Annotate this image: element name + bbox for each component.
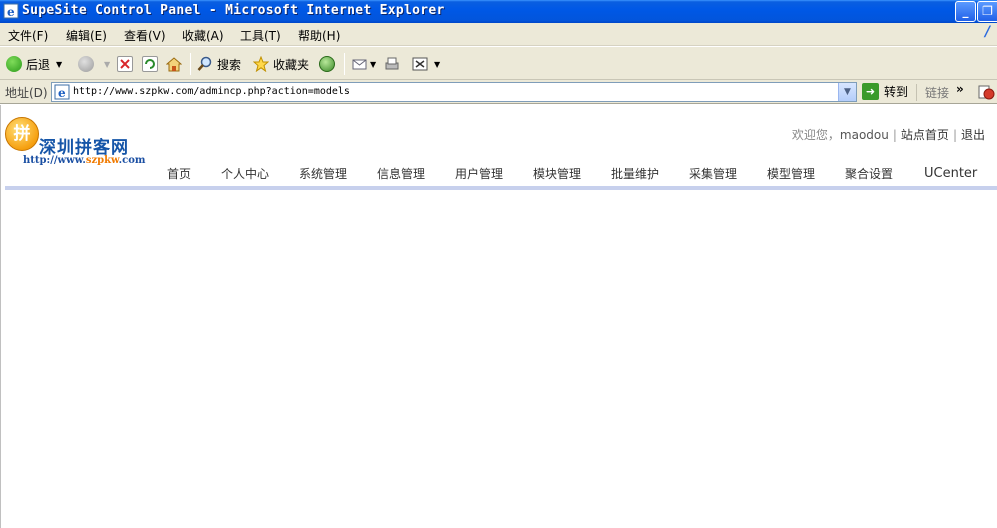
nav-personal-center[interactable]: 个人中心 [221,165,269,182]
links-label[interactable]: 链接 [916,84,949,101]
links-chevron-icon[interactable]: » [956,82,964,96]
mail-icon [352,59,367,70]
refresh-button[interactable] [142,53,162,75]
back-arrow-icon [6,56,22,72]
nav-system-management[interactable]: 系统管理 [299,165,347,182]
stop-icon [117,56,133,72]
logo-badge: 拼 [5,117,39,151]
nav-collection-management[interactable]: 采集管理 [689,165,737,182]
menu-file[interactable]: 文件(F) [8,27,48,44]
back-label: 后退 [26,57,51,72]
window-titlebar[interactable]: e SupeSite Control Panel - Microsoft Int… [0,0,997,23]
nav-aggregation-settings[interactable]: 聚合设置 [845,165,893,182]
history-button[interactable] [319,53,339,75]
nav-module-management[interactable]: 模块管理 [533,165,581,182]
nav-underline [5,186,997,190]
forward-dropdown-icon[interactable]: ▼ [104,60,110,69]
page-icon: e [54,84,70,100]
minimize-button[interactable]: _ [955,1,976,22]
go-arrow-icon: ➜ [862,83,879,100]
search-label: 搜索 [217,57,242,72]
menu-bar: 文件(F) 编辑(E) 查看(V) 收藏(A) 工具(T) 帮助(H) [0,23,997,46]
edit-button[interactable]: ▼ [412,53,440,75]
refresh-icon [142,56,158,72]
maximize-button[interactable]: ❐ [977,1,997,22]
address-bar: 地址(D) e http://www.szpkw.com/admincp.php… [0,80,997,104]
mail-button[interactable]: ▼ [352,53,376,75]
page-content: 拼 深圳拼客网 http://www.szpkw.com 欢迎您，maodou |… [0,105,997,528]
username: maodou [839,128,889,142]
nav-batch-maintenance[interactable]: 批量维护 [611,165,659,182]
svg-text:e: e [58,86,66,100]
go-label: 转到 [884,85,909,99]
internet-explorer-icon: e [3,3,19,19]
nav-user-management[interactable]: 用户管理 [455,165,503,182]
address-input[interactable]: e http://www.szpkw.com/admincp.php?actio… [51,82,857,102]
nav-info-management[interactable]: 信息管理 [377,165,425,182]
stop-button[interactable] [117,53,137,75]
address-label: 地址(D) [5,86,48,100]
toolbar: 后退 ▼ ▼ 搜索 收藏夹 ▼ ▼ [0,47,997,80]
favorites-button[interactable]: 收藏夹 [253,53,309,75]
menu-help[interactable]: 帮助(H) [298,27,340,44]
user-bar: 欢迎您，maodou | 站点首页 | 退出 [791,128,985,142]
back-dropdown-icon[interactable]: ▼ [56,60,62,69]
nav-home[interactable]: 首页 [167,165,191,182]
welcome-text: 欢迎您， [791,128,840,142]
address-url[interactable]: http://www.szpkw.com/admincp.php?action=… [73,86,350,97]
edit-page-icon [412,57,428,71]
menu-edit[interactable]: 编辑(E) [66,27,107,44]
history-icon [319,56,335,72]
nav-ucenter[interactable]: UCenter [924,166,977,181]
home-button[interactable] [166,53,186,75]
windows-logo-icon: / [985,24,991,40]
home-icon [166,57,182,72]
edit-dropdown-icon[interactable]: ▼ [434,60,440,69]
forward-button[interactable]: ▼ [78,53,110,75]
printer-icon [385,57,399,70]
search-icon [197,56,212,71]
window-title: SupeSite Control Panel - Microsoft Inter… [22,3,445,18]
svg-text:e: e [7,5,15,19]
site-home-link[interactable]: 站点首页 [901,128,949,142]
favorites-label: 收藏夹 [273,57,310,72]
address-dropdown-icon[interactable]: ▼ [838,83,856,101]
search-button[interactable]: 搜索 [197,53,241,75]
go-button[interactable]: ➜ 转到 [862,83,908,100]
logout-link[interactable]: 退出 [961,128,985,142]
links-toolbar-icon[interactable] [977,83,995,101]
menu-tools[interactable]: 工具(T) [240,27,281,44]
star-icon [253,56,269,72]
back-button[interactable]: 后退 ▼ [6,53,62,75]
forward-arrow-icon [78,56,94,72]
main-nav: 首页 个人中心 系统管理 信息管理 用户管理 模块管理 批量维护 采集管理 模型… [1,163,997,185]
print-button[interactable] [384,53,404,75]
mail-dropdown-icon[interactable]: ▼ [370,60,376,69]
menu-favorites[interactable]: 收藏(A) [182,27,224,44]
nav-model-management[interactable]: 模型管理 [767,165,815,182]
menu-view[interactable]: 查看(V) [124,27,166,44]
